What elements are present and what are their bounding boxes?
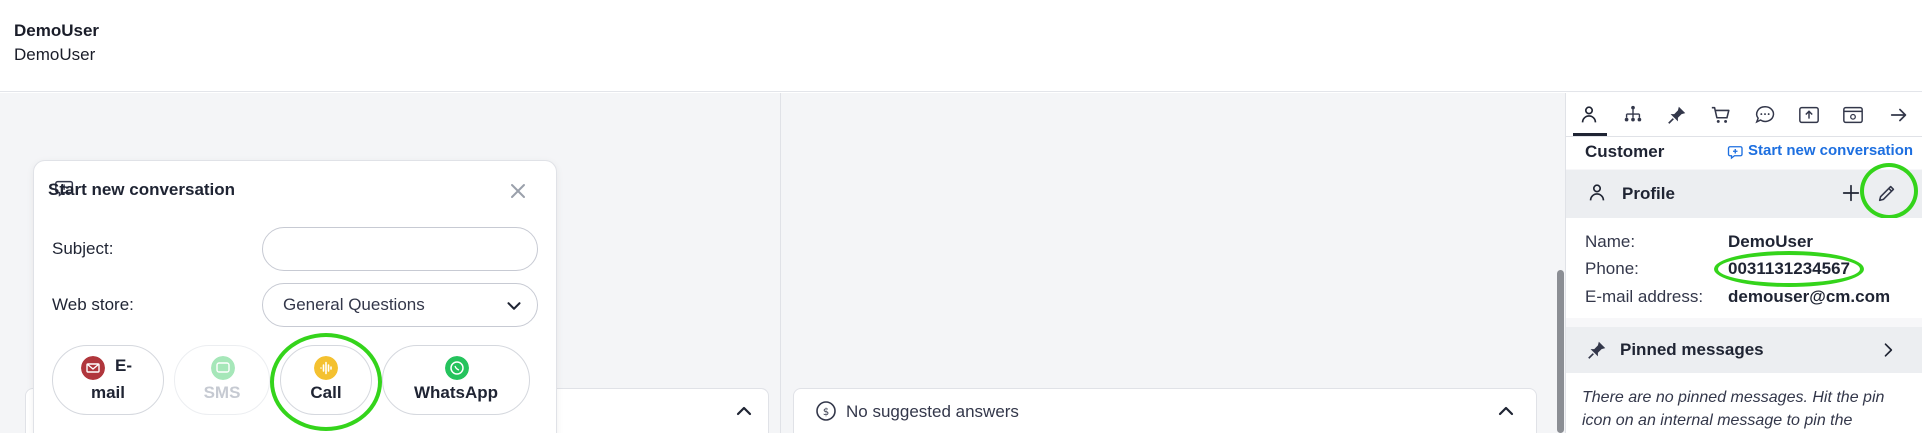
profile-section-header[interactable] — [1566, 170, 1922, 218]
pinned-title: Pinned messages — [1620, 340, 1764, 359]
subject-input[interactable] — [262, 227, 538, 271]
chevron-down-icon — [507, 302, 521, 310]
contact-name: DemoUser — [14, 21, 100, 40]
tab-upload[interactable] — [1794, 100, 1824, 130]
whatsapp-label: WhatsApp — [413, 383, 499, 402]
panel-title: Start new conversation — [48, 180, 236, 199]
sms-icon — [211, 356, 235, 380]
sms-label: SMS — [203, 383, 241, 402]
profile-title: Profile — [1622, 184, 1675, 203]
plus-icon[interactable] — [1840, 182, 1862, 204]
person-icon — [1589, 184, 1605, 201]
chevron-up-icon[interactable] — [1494, 399, 1518, 423]
phone-label: Phone: — [1585, 259, 1639, 278]
webstore-label: Web store: — [52, 295, 134, 314]
start-new-conversation-link[interactable]: Start new conversation — [1748, 142, 1913, 159]
phone-value[interactable]: 0031131234567 — [1728, 259, 1850, 279]
scrollbar[interactable] — [1557, 270, 1564, 433]
webstore-selected-value: General Questions — [283, 295, 425, 314]
active-tab-indicator — [1573, 133, 1607, 136]
sms-channel-button: SMS — [174, 345, 270, 415]
tab-orders[interactable] — [1706, 100, 1736, 130]
email-label-line2: mail — [90, 383, 126, 402]
subject-label: Subject: — [52, 239, 114, 258]
name-value: DemoUser — [1728, 232, 1814, 251]
tab-hierarchy[interactable] — [1618, 100, 1648, 130]
email-label: E-mail address: — [1585, 287, 1704, 306]
customer-title: Customer — [1585, 142, 1665, 161]
tab-more[interactable] — [1884, 100, 1914, 130]
pin-icon — [1668, 106, 1686, 124]
suggested-answers-card: $ No suggested answers — [793, 388, 1537, 433]
whatsapp-icon — [445, 356, 469, 380]
chevron-up-icon[interactable] — [732, 399, 756, 423]
chevron-right-icon[interactable] — [1878, 340, 1898, 360]
tab-pinned[interactable] — [1662, 100, 1692, 130]
cart-icon — [1711, 106, 1730, 123]
chat-icon — [1755, 106, 1775, 124]
no-suggestions-text: No suggested answers — [846, 402, 1019, 421]
pin-icon — [1588, 341, 1606, 359]
email-icon — [81, 356, 105, 380]
conversation-header: DemoUser DemoUser — [0, 0, 1922, 92]
whatsapp-channel-button[interactable]: WhatsApp — [382, 345, 530, 415]
person-icon — [1581, 106, 1597, 123]
email-channel-button[interactable]: E- mail — [52, 345, 164, 415]
browser-icon — [1843, 106, 1863, 124]
email-value[interactable]: demouser@cm.com — [1728, 287, 1890, 307]
svg-text:$: $ — [823, 407, 829, 418]
tab-customer[interactable] — [1574, 100, 1604, 130]
tab-conversations[interactable] — [1750, 100, 1780, 130]
name-label: Name: — [1585, 232, 1636, 251]
upload-icon — [1799, 106, 1819, 124]
hierarchy-icon — [1624, 105, 1642, 122]
call-channel-button[interactable]: Call — [280, 345, 372, 415]
edit-pencil-icon[interactable] — [1876, 182, 1898, 204]
contact-subtitle: DemoUser — [14, 45, 96, 64]
email-label-line1: E- — [115, 356, 132, 375]
call-label: Call — [310, 383, 342, 402]
arrow-right-icon — [1890, 108, 1907, 122]
new-chat-icon[interactable] — [1727, 143, 1745, 161]
suggestion-bubble-icon: $ — [816, 401, 836, 421]
call-icon — [314, 356, 338, 380]
webstore-select[interactable]: General Questions — [262, 283, 538, 327]
pinned-empty-text: There are no pinned messages. Hit the pi… — [1582, 389, 1885, 429]
close-icon[interactable] — [506, 179, 530, 203]
tab-browser[interactable] — [1838, 100, 1868, 130]
sidebar-tabs — [1566, 93, 1922, 137]
column-divider — [780, 93, 781, 433]
